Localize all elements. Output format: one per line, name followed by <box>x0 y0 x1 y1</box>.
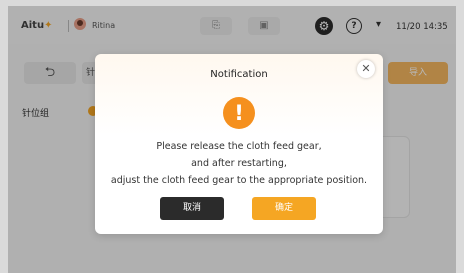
dialog-title: Notification <box>210 69 268 80</box>
dialog-message-line1: Please release the cloth feed gear, <box>156 141 322 152</box>
confirm-button[interactable]: 确定 <box>252 197 316 220</box>
dialog-message-line3: adjust the cloth feed gear to the approp… <box>110 175 368 186</box>
dialog-message-line2: and after restarting, <box>191 158 287 169</box>
close-icon[interactable]: ✕ <box>357 60 375 78</box>
cancel-button[interactable]: 取消 <box>160 197 224 220</box>
app-window: Aitu✦ Ritina ⎘ ▣ ⚙ ? ▾ 11/20 14:35 ⮌ 针 导… <box>8 6 456 273</box>
warning-icon: ! <box>223 97 255 129</box>
notification-dialog: Notification ✕ ! Please release the clot… <box>95 54 383 234</box>
